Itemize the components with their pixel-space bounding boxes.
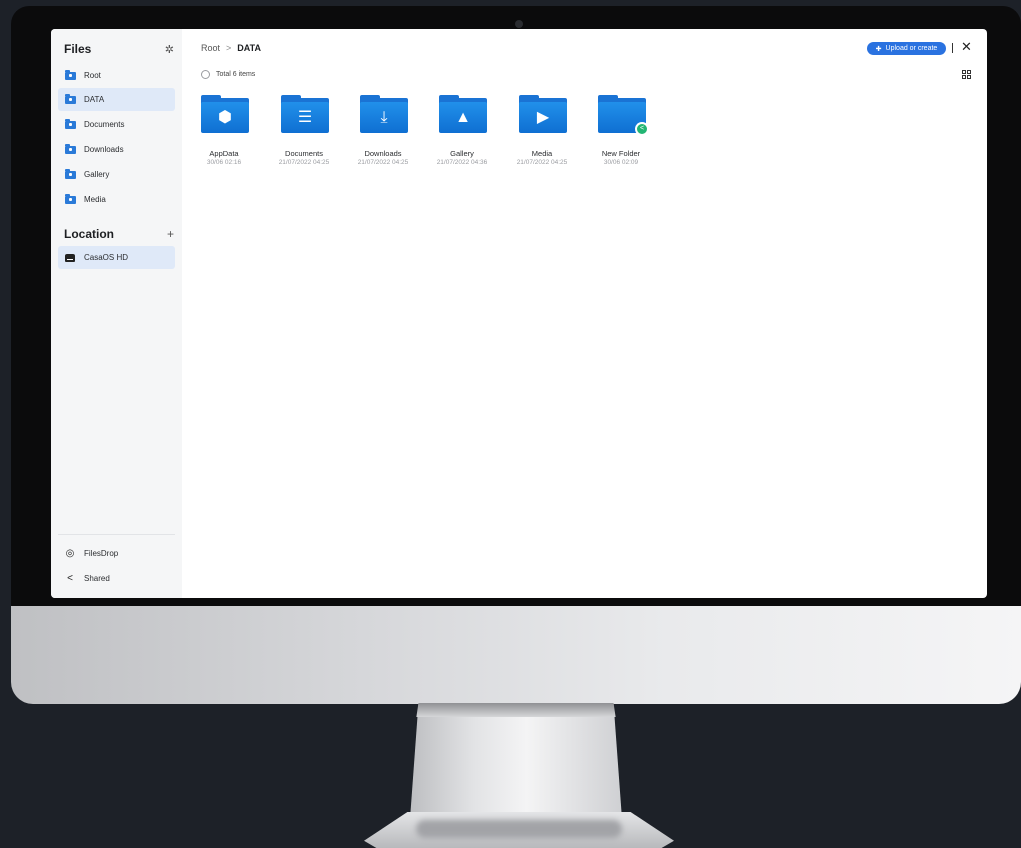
monitor-stand (410, 703, 622, 819)
downloads-folder-icon (65, 143, 76, 154)
sidebar-item-label: Shared (84, 573, 110, 583)
filesdrop-icon: ◎ (65, 547, 75, 559)
sidebar-item-data[interactable]: DATA (58, 88, 175, 111)
file-date: 30/06 02:09 (603, 159, 639, 166)
upload-or-create-button[interactable]: ✚ Upload or create (867, 42, 946, 55)
sidebar-item-label: CasaOS HD (84, 253, 129, 262)
sidebar-item-documents[interactable]: Documents (58, 113, 175, 136)
gallery-folder-icon (65, 168, 76, 179)
film-icon: ▶ (536, 108, 550, 126)
files-app-window: Files ✲ Root DATA Documents Downloads Ga… (51, 29, 987, 598)
file-name: AppData (209, 149, 239, 158)
sidebar-divider (58, 534, 175, 535)
monitor-stand-shadow (416, 703, 616, 717)
settings-gear-icon[interactable]: ✲ (165, 43, 174, 56)
folder-icon: ▲ (439, 95, 487, 133)
file-tile-new-folder[interactable]: < New Folder 30/06 02:09 (584, 95, 658, 185)
toolbar-divider (952, 43, 953, 53)
sidebar-item-label: DATA (84, 95, 105, 104)
file-date: 21/07/2022 04:36 (436, 159, 488, 166)
select-all[interactable]: Total 6 items (201, 70, 255, 79)
file-name: Media (531, 149, 553, 158)
upload-icon: ✚ (875, 45, 882, 53)
breadcrumb-separator: > (226, 43, 232, 53)
file-date: 21/07/2022 04:25 (357, 159, 409, 166)
sidebar-item-root[interactable]: Root (58, 64, 175, 87)
sidebar-item-gallery[interactable]: Gallery (58, 163, 175, 186)
shared-folder-icon: < (635, 122, 649, 136)
media-folder-icon (65, 193, 76, 204)
cube-icon: ⬢ (218, 108, 232, 126)
file-name: Documents (285, 149, 323, 158)
upload-button-label: Upload or create (885, 45, 938, 52)
home-folder-icon (65, 69, 76, 80)
file-name: New Folder (601, 149, 641, 158)
grid-view-icon[interactable] (962, 70, 971, 79)
sidebar-item-label: Gallery (84, 170, 110, 179)
data-folder-icon (65, 93, 76, 104)
folder-icon: ▶ (519, 95, 567, 133)
documents-folder-icon (65, 118, 76, 129)
sidebar: Files ✲ Root DATA Documents Downloads Ga… (51, 29, 182, 598)
total-items-label: Total 6 items (216, 71, 256, 78)
file-date: 30/06 02:16 (206, 159, 242, 166)
sidebar-item-label: Media (84, 195, 106, 204)
monitor-base-cutout (416, 820, 622, 838)
download-arrow-icon: ⤓ (380, 108, 388, 126)
folder-icon: ☰ (281, 95, 329, 133)
hard-drive-icon (65, 253, 75, 262)
file-tile-appdata[interactable]: ⬢ AppData 30/06 02:16 (187, 95, 261, 185)
camera-icon (515, 20, 523, 28)
monitor-chin (11, 606, 1021, 704)
sidebar-item-casaos-hd[interactable]: CasaOS HD (58, 246, 175, 269)
sidebar-item-label: Downloads (84, 145, 124, 154)
folder-icon: < (598, 95, 649, 136)
sidebar-title: Files (64, 42, 92, 56)
file-name: Downloads (364, 149, 402, 158)
breadcrumb: Root > DATA (201, 43, 261, 53)
sidebar-item-filesdrop[interactable]: ◎ FilesDrop (64, 545, 174, 561)
location-header: Location + (64, 225, 174, 243)
close-icon[interactable]: ✕ (961, 39, 972, 55)
location-title: Location (64, 227, 114, 241)
file-tile-documents[interactable]: ☰ Documents 21/07/2022 04:25 (267, 95, 341, 185)
file-tile-downloads[interactable]: ⤓ Downloads 21/07/2022 04:25 (346, 95, 420, 185)
folder-icon: ⤓ (360, 95, 408, 133)
add-location-icon[interactable]: + (167, 227, 174, 241)
folder-icon: ⬢ (201, 95, 249, 133)
file-tile-media[interactable]: ▶ Media 21/07/2022 04:25 (505, 95, 579, 185)
image-icon: ▲ (455, 108, 471, 126)
file-date: 21/07/2022 04:25 (278, 159, 330, 166)
sidebar-item-downloads[interactable]: Downloads (58, 138, 175, 161)
share-icon: < (67, 572, 73, 584)
sidebar-item-shared[interactable]: < Shared (64, 570, 174, 586)
sidebar-item-label: FilesDrop (84, 548, 119, 558)
breadcrumb-root[interactable]: Root (201, 43, 220, 53)
sidebar-item-media[interactable]: Media (58, 188, 175, 211)
sidebar-item-label: Root (84, 71, 101, 80)
select-all-radio[interactable] (201, 70, 210, 79)
sidebar-header: Files ✲ (64, 41, 174, 57)
file-date: 21/07/2022 04:25 (516, 159, 568, 166)
file-name: Gallery (450, 149, 474, 158)
file-tile-gallery[interactable]: ▲ Gallery 21/07/2022 04:36 (425, 95, 499, 185)
sidebar-item-label: Documents (84, 120, 125, 129)
document-icon: ☰ (297, 108, 313, 126)
breadcrumb-current: DATA (237, 43, 261, 53)
